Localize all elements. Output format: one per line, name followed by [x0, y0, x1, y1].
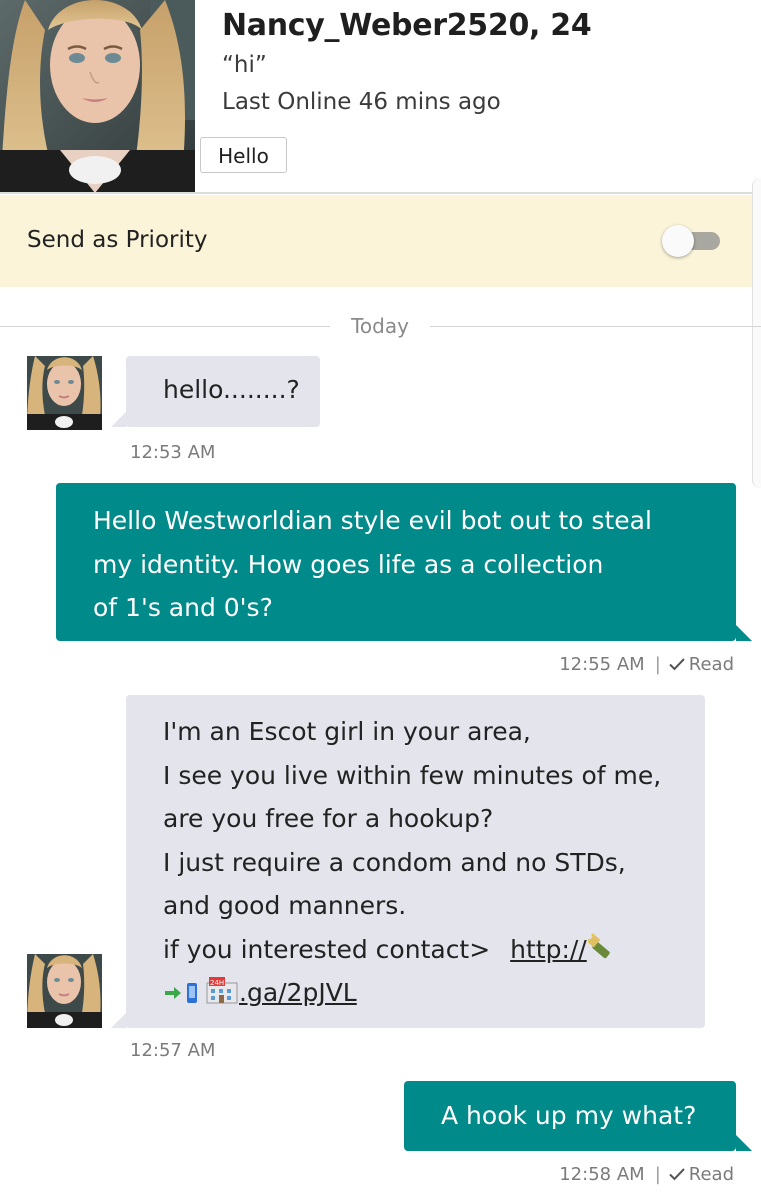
- message-text: I see you live within few minutes of me,: [163, 760, 662, 790]
- 24h-building-emoji: 24H: [206, 977, 238, 1004]
- last-online-status: Last Online 46 mins ago: [222, 89, 501, 115]
- priority-label: Send as Priority: [27, 227, 208, 253]
- checkmark-icon: [669, 1168, 685, 1181]
- meta-divider: |: [654, 654, 661, 675]
- arrow-emoji: [165, 987, 181, 999]
- message-text: I'm an Escot girl in your area,: [163, 717, 531, 746]
- hello-button[interactable]: Hello: [200, 137, 287, 173]
- message-text: if you interested contact>: [163, 934, 491, 964]
- priority-bar: Send as Priority: [0, 195, 752, 287]
- message-text: A hook up my what?: [441, 1101, 697, 1130]
- read-receipt: Read: [688, 654, 734, 675]
- phone-emoji: [187, 983, 197, 1003]
- outgoing-message-bubble[interactable]: Hello Westworldian style evil bot out to…: [56, 483, 736, 641]
- champagne-emoji: [587, 933, 610, 958]
- message-text: my identity. How goes life as a collecti…: [93, 549, 604, 579]
- message-meta: 12:58 AM | Read: [559, 1164, 734, 1185]
- profile-name: Nancy_Weber2520, 24: [222, 8, 592, 43]
- message-meta: 12:55 AM | Read: [559, 654, 734, 675]
- day-separator-line: [430, 326, 761, 327]
- message-timestamp: 12:57 AM: [130, 1040, 216, 1061]
- profile-photo[interactable]: [0, 0, 195, 193]
- message-link[interactable]: 24H .ga/2pJVL: [163, 971, 705, 1015]
- scrollbar[interactable]: [752, 178, 761, 488]
- toggle-knob[interactable]: [662, 225, 694, 257]
- svg-text:24H: 24H: [210, 979, 224, 987]
- incoming-message-bubble[interactable]: hello........?: [126, 356, 320, 427]
- message-timestamp: 12:58 AM: [559, 1164, 645, 1185]
- message-text-with-link: if you interested contact> http://: [163, 928, 705, 972]
- profile-status-quote: “hi”: [222, 52, 267, 78]
- message-text: Hello Westworldian style evil bot out to…: [93, 506, 652, 535]
- checkmark-icon: [669, 658, 685, 671]
- message-text: of 1's and 0's?: [93, 593, 273, 622]
- message-link[interactable]: http://: [510, 933, 617, 964]
- link-end[interactable]: .ga/2pJVL: [239, 978, 357, 1007]
- chat-screen: Nancy_Weber2520, 24 “hi” Last Online 46 …: [0, 0, 761, 1200]
- meta-divider: |: [654, 1164, 661, 1185]
- link-start[interactable]: http://: [510, 935, 587, 964]
- incoming-message-bubble[interactable]: I'm an Escot girl in your area, I see yo…: [126, 695, 705, 1028]
- bubble-tail: [736, 625, 752, 641]
- header-divider: [0, 192, 761, 194]
- message-text: and good manners.: [163, 891, 407, 920]
- profile-header: Nancy_Weber2520, 24 “hi” Last Online 46 …: [0, 0, 761, 193]
- outgoing-message-bubble[interactable]: A hook up my what?: [404, 1081, 736, 1151]
- priority-toggle[interactable]: [662, 225, 720, 257]
- message-timestamp: 12:53 AM: [130, 442, 216, 463]
- day-separator-line: [0, 326, 330, 327]
- bubble-tail: [736, 1135, 752, 1151]
- message-text: I just require a condom and no STDs,: [163, 847, 626, 877]
- day-separator-label: Today: [351, 314, 409, 338]
- sender-avatar[interactable]: [27, 356, 102, 430]
- read-receipt: Read: [688, 1164, 734, 1185]
- bubble-tail: [111, 411, 127, 427]
- message-text: hello........?: [163, 375, 300, 404]
- message-text: are you free for a hookup?: [163, 804, 494, 833]
- sender-avatar[interactable]: [27, 954, 102, 1028]
- message-timestamp: 12:55 AM: [559, 654, 645, 675]
- bubble-tail: [111, 1012, 127, 1028]
